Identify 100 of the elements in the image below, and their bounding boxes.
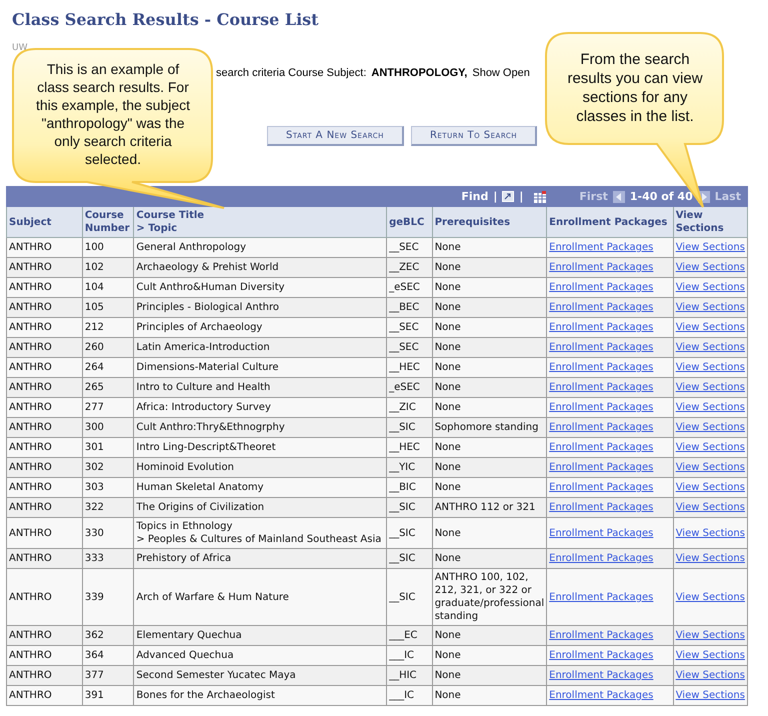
table-cell: Intro to Culture and Health: [134, 378, 387, 398]
table-cell: ANTHRO: [6, 378, 82, 398]
table-cell: None: [432, 686, 547, 706]
table-cell: 264: [82, 358, 134, 378]
table-cell: Second Semester Yucatec Maya: [134, 666, 387, 686]
table-cell: ANTHRO: [6, 458, 82, 478]
table-cell: _eSEC: [386, 278, 432, 298]
table-cell: None: [432, 378, 547, 398]
table-cell: None: [432, 238, 547, 258]
table-cell: __BEC: [386, 298, 432, 318]
table-cell: ANTHRO 112 or 321: [432, 498, 547, 518]
table-cell: 322: [82, 498, 134, 518]
table-cell: ANTHRO 100, 102, 212, 321, or 322 or graduate/professional standing: [432, 568, 547, 626]
table-cell: ANTHRO: [6, 358, 82, 378]
table-cell: Human Skeletal Anatomy: [134, 478, 387, 498]
table-cell: None: [432, 278, 547, 298]
table-cell: 330: [82, 518, 134, 548]
table-cell: ___IC: [386, 646, 432, 666]
search-button[interactable]: Return To Search: [410, 126, 538, 146]
table-cell: Arch of Warfare & Hum Nature: [134, 568, 387, 626]
table-cell: 364: [82, 646, 134, 666]
table-cell: Sophomore standing: [432, 418, 547, 438]
table-cell: 100: [82, 238, 134, 258]
table-cell: None: [432, 646, 547, 666]
table-cell: __SIC: [386, 518, 432, 548]
table-cell: _eSEC: [386, 378, 432, 398]
table-cell: __SIC: [386, 548, 432, 568]
table-cell: None: [432, 548, 547, 568]
table-cell: Cult Anthro&Human Diversity: [134, 278, 387, 298]
table-cell: Principles - Biological Anthro: [134, 298, 387, 318]
table-cell: __HIC: [386, 666, 432, 686]
table-cell: None: [432, 398, 547, 418]
institution-label: UW: [12, 43, 28, 53]
search-button[interactable]: Start A New Search: [267, 126, 404, 146]
table-cell: Dimensions-Material Culture: [134, 358, 387, 378]
table-cell: ANTHRO: [6, 338, 82, 358]
separator: |: [493, 190, 498, 203]
table-cell: 277: [82, 398, 134, 418]
table-cell: Prehistory of Africa: [134, 548, 387, 568]
table-cell: ANTHRO: [6, 418, 82, 438]
table-cell: None: [432, 318, 547, 338]
table-cell: None: [432, 666, 547, 686]
column-header: Course Title > Topic: [134, 206, 387, 238]
table-cell: None: [432, 338, 547, 358]
table-cell: 391: [82, 686, 134, 706]
table-cell: Latin America-Introduction: [134, 338, 387, 358]
table-cell: ANTHRO: [6, 548, 82, 568]
table-cell: __BIC: [386, 478, 432, 498]
table-cell: ANTHRO: [6, 568, 82, 626]
table-cell: Cult Anthro:Thry&Ethnogrphy: [134, 418, 387, 438]
find-link[interactable]: Find: [461, 190, 488, 203]
page-title: Class Search Results - Course List: [11, 9, 320, 29]
table-cell: None: [432, 626, 547, 646]
table-cell: __YIC: [386, 458, 432, 478]
criteria-label: search criteria Course Subject:: [216, 67, 366, 79]
table-cell: ANTHRO: [6, 686, 82, 706]
table-cell: Intro Ling-Descript&Theoret: [134, 438, 387, 458]
column-header: Prerequisites: [432, 206, 547, 238]
table-cell: __SIC: [386, 568, 432, 626]
table-cell: None: [432, 298, 547, 318]
callout-text: This is an example of class search results. For this example, the subject "anthropology" was the only search criteria selected.: [34, 60, 192, 168]
table-cell: The Origins of Civilization: [134, 498, 387, 518]
table-cell: 333: [82, 548, 134, 568]
table-cell: ANTHRO: [6, 398, 82, 418]
grid-icon[interactable]: [534, 190, 546, 202]
table-cell: ANTHRO: [6, 666, 82, 686]
table-cell: Advanced Quechua: [134, 646, 387, 666]
table-cell: 102: [82, 258, 134, 278]
view-sections-link[interactable]: View Sections: [676, 592, 745, 602]
table-cell: 302: [82, 458, 134, 478]
callout-text: From the search results you can view sections for any classes in the list.: [566, 50, 704, 126]
page-range: 1-40 of 40: [630, 190, 693, 203]
table-cell: ANTHRO: [6, 518, 82, 548]
table-cell: __HEC: [386, 358, 432, 378]
table-cell: None: [432, 258, 547, 278]
enrollment-link[interactable]: Enrollment Packages: [549, 592, 654, 602]
table-cell: Bones for the Archaeologist: [134, 686, 387, 706]
table-cell: 265: [82, 378, 134, 398]
table-cell: None: [432, 358, 547, 378]
table-cell: 362: [82, 626, 134, 646]
table-cell: ANTHRO: [6, 318, 82, 338]
table-cell: 105: [82, 298, 134, 318]
table-cell: __SIC: [386, 418, 432, 438]
table-cell: __SEC: [386, 238, 432, 258]
table-cell: __HEC: [386, 438, 432, 458]
table-cell: Africa: Introductory Survey: [134, 398, 387, 418]
table-cell: __SEC: [386, 318, 432, 338]
table-cell: 212: [82, 318, 134, 338]
separator: |: [519, 190, 524, 203]
table-cell: 260: [82, 338, 134, 358]
table-cell: ANTHRO: [6, 478, 82, 498]
table-cell: None: [432, 458, 547, 478]
table-cell: ANTHRO: [6, 258, 82, 278]
table-cell: Hominoid Evolution: [134, 458, 387, 478]
table-cell: 303: [82, 478, 134, 498]
table-cell: ANTHRO: [6, 298, 82, 318]
criteria-value: ANTHROPOLOGY,: [371, 67, 468, 79]
column-header: Enrollment Packages: [546, 206, 674, 238]
table-cell: 377: [82, 666, 134, 686]
column-header: View Sections: [673, 206, 748, 238]
